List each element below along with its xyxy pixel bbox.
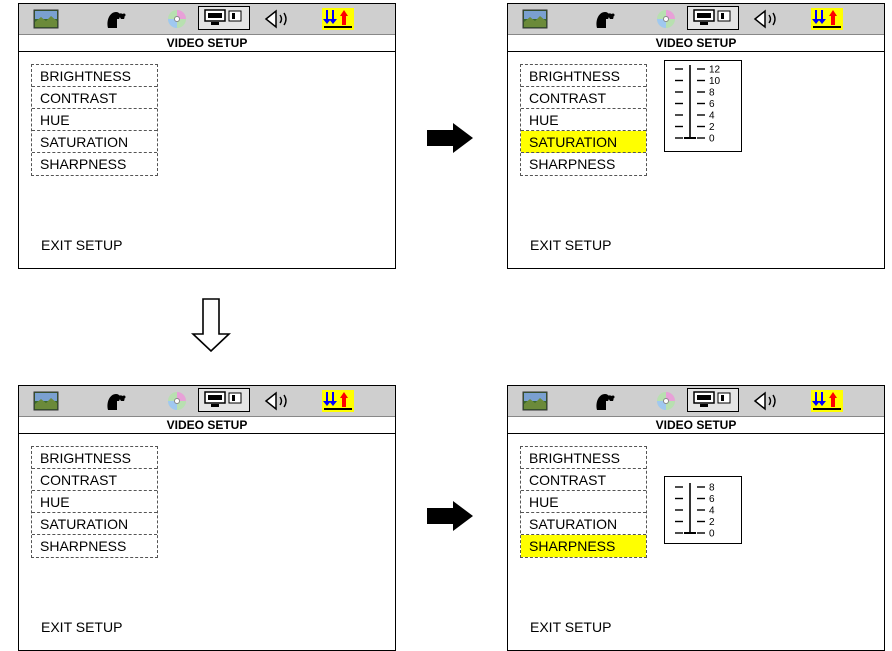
- right-arrow-icon: [427, 501, 473, 531]
- disc-icon[interactable]: [651, 390, 681, 412]
- menu-item-sharpness[interactable]: SHARPNESS: [32, 153, 157, 175]
- exit-setup-button[interactable]: EXIT SETUP: [41, 237, 122, 253]
- speaker-icon[interactable]: [751, 8, 791, 30]
- exit-setup-button[interactable]: EXIT SETUP: [41, 619, 122, 635]
- slider-tick-label: 4: [709, 506, 715, 517]
- video-icon[interactable]: [198, 6, 250, 30]
- speaker-icon[interactable]: [262, 8, 302, 30]
- page-title: VIDEO SETUP: [508, 34, 884, 52]
- menu-item-sharpness[interactable]: SHARPNESS: [32, 535, 157, 557]
- up-down-arrows-icon[interactable]: [811, 390, 843, 412]
- slider-tick-label: 4: [709, 111, 715, 122]
- video-icon[interactable]: [687, 6, 739, 30]
- down-arrow-icon: [191, 298, 231, 352]
- menu-item-brightness[interactable]: BRIGHTNESS: [521, 65, 646, 87]
- menu-item-sharpness[interactable]: SHARPNESS: [521, 535, 646, 557]
- menu-item-contrast[interactable]: CONTRAST: [521, 87, 646, 109]
- icon-bar: [19, 386, 395, 416]
- icon-bar: [19, 4, 395, 34]
- icon-bar: [508, 386, 884, 416]
- page-title: VIDEO SETUP: [19, 34, 395, 52]
- slider-tick-label: 12: [709, 65, 721, 76]
- menu-item-hue[interactable]: HUE: [521, 109, 646, 131]
- up-down-arrows-icon[interactable]: [322, 390, 354, 412]
- menu-item-contrast[interactable]: CONTRAST: [521, 469, 646, 491]
- menu-item-saturation[interactable]: SATURATION: [521, 131, 646, 153]
- person-icon[interactable]: [591, 390, 619, 412]
- page-title: VIDEO SETUP: [508, 416, 884, 434]
- menu-item-contrast[interactable]: CONTRAST: [32, 87, 157, 109]
- menu-item-hue[interactable]: HUE: [32, 491, 157, 513]
- slider-tick-label: 8: [709, 88, 715, 99]
- page-title: VIDEO SETUP: [19, 416, 395, 434]
- menu-item-saturation[interactable]: SATURATION: [32, 513, 157, 535]
- video-setup-screen-3: VIDEO SETUP BRIGHTNESS CONTRAST HUE SATURATI…: [18, 385, 396, 651]
- video-setup-screen-4: VIDEO SETUP BRIGHTNESS CONTRAST HUE SATURATI…: [507, 385, 885, 651]
- video-icon[interactable]: [687, 388, 739, 412]
- slider-tick-label: 8: [709, 483, 715, 494]
- menu-item-hue[interactable]: HUE: [32, 109, 157, 131]
- setup-menu: BRIGHTNESS CONTRAST HUE SATURATION SHARPNESS: [31, 446, 158, 558]
- person-icon[interactable]: [591, 8, 619, 30]
- speaker-icon[interactable]: [751, 390, 791, 412]
- up-down-arrows-icon[interactable]: [811, 8, 843, 30]
- speaker-icon[interactable]: [262, 390, 302, 412]
- up-down-arrows-icon[interactable]: [322, 8, 354, 30]
- menu-item-hue[interactable]: HUE: [521, 491, 646, 513]
- picture-icon[interactable]: [521, 390, 549, 412]
- icon-bar: [508, 4, 884, 34]
- picture-icon[interactable]: [32, 390, 60, 412]
- disc-icon[interactable]: [651, 8, 681, 30]
- right-arrow-icon: [427, 123, 473, 153]
- level-slider[interactable]: 86420: [664, 476, 742, 544]
- slider-tick-label: 0: [709, 529, 715, 540]
- slider-tick-label: 2: [709, 517, 715, 528]
- setup-menu: BRIGHTNESS CONTRAST HUE SATURATION SHARPNESS: [520, 64, 647, 176]
- slider-tick-label: 6: [709, 99, 715, 110]
- video-setup-screen-2: VIDEO SETUP BRIGHTNESS CONTRAST HUE SATURATI…: [507, 3, 885, 269]
- menu-item-sharpness[interactable]: SHARPNESS: [521, 153, 646, 175]
- menu-item-saturation[interactable]: SATURATION: [521, 513, 646, 535]
- disc-icon[interactable]: [162, 390, 192, 412]
- video-icon[interactable]: [198, 388, 250, 412]
- picture-icon[interactable]: [521, 8, 549, 30]
- exit-setup-button[interactable]: EXIT SETUP: [530, 237, 611, 253]
- slider-tick-label: 0: [709, 134, 715, 145]
- menu-item-contrast[interactable]: CONTRAST: [32, 469, 157, 491]
- level-slider[interactable]: 12 10 8 6 4 2 0: [664, 60, 742, 152]
- menu-item-brightness[interactable]: BRIGHTNESS: [521, 447, 646, 469]
- person-icon[interactable]: [102, 8, 130, 30]
- picture-icon[interactable]: [32, 8, 60, 30]
- menu-item-saturation[interactable]: SATURATION: [32, 131, 157, 153]
- slider-tick-label: 10: [709, 76, 721, 87]
- person-icon[interactable]: [102, 390, 130, 412]
- setup-menu: BRIGHTNESS CONTRAST HUE SATURATION SHARPNESS: [31, 64, 158, 176]
- exit-setup-button[interactable]: EXIT SETUP: [530, 619, 611, 635]
- video-setup-screen-1: VIDEO SETUP BRIGHTNESS CONTRAST HUE SATURATI…: [18, 3, 396, 269]
- slider-tick-label: 2: [709, 122, 715, 133]
- disc-icon[interactable]: [162, 8, 192, 30]
- setup-menu: BRIGHTNESS CONTRAST HUE SATURATION SHARPNESS: [520, 446, 647, 558]
- menu-item-brightness[interactable]: BRIGHTNESS: [32, 447, 157, 469]
- menu-item-brightness[interactable]: BRIGHTNESS: [32, 65, 157, 87]
- slider-tick-label: 6: [709, 494, 715, 505]
